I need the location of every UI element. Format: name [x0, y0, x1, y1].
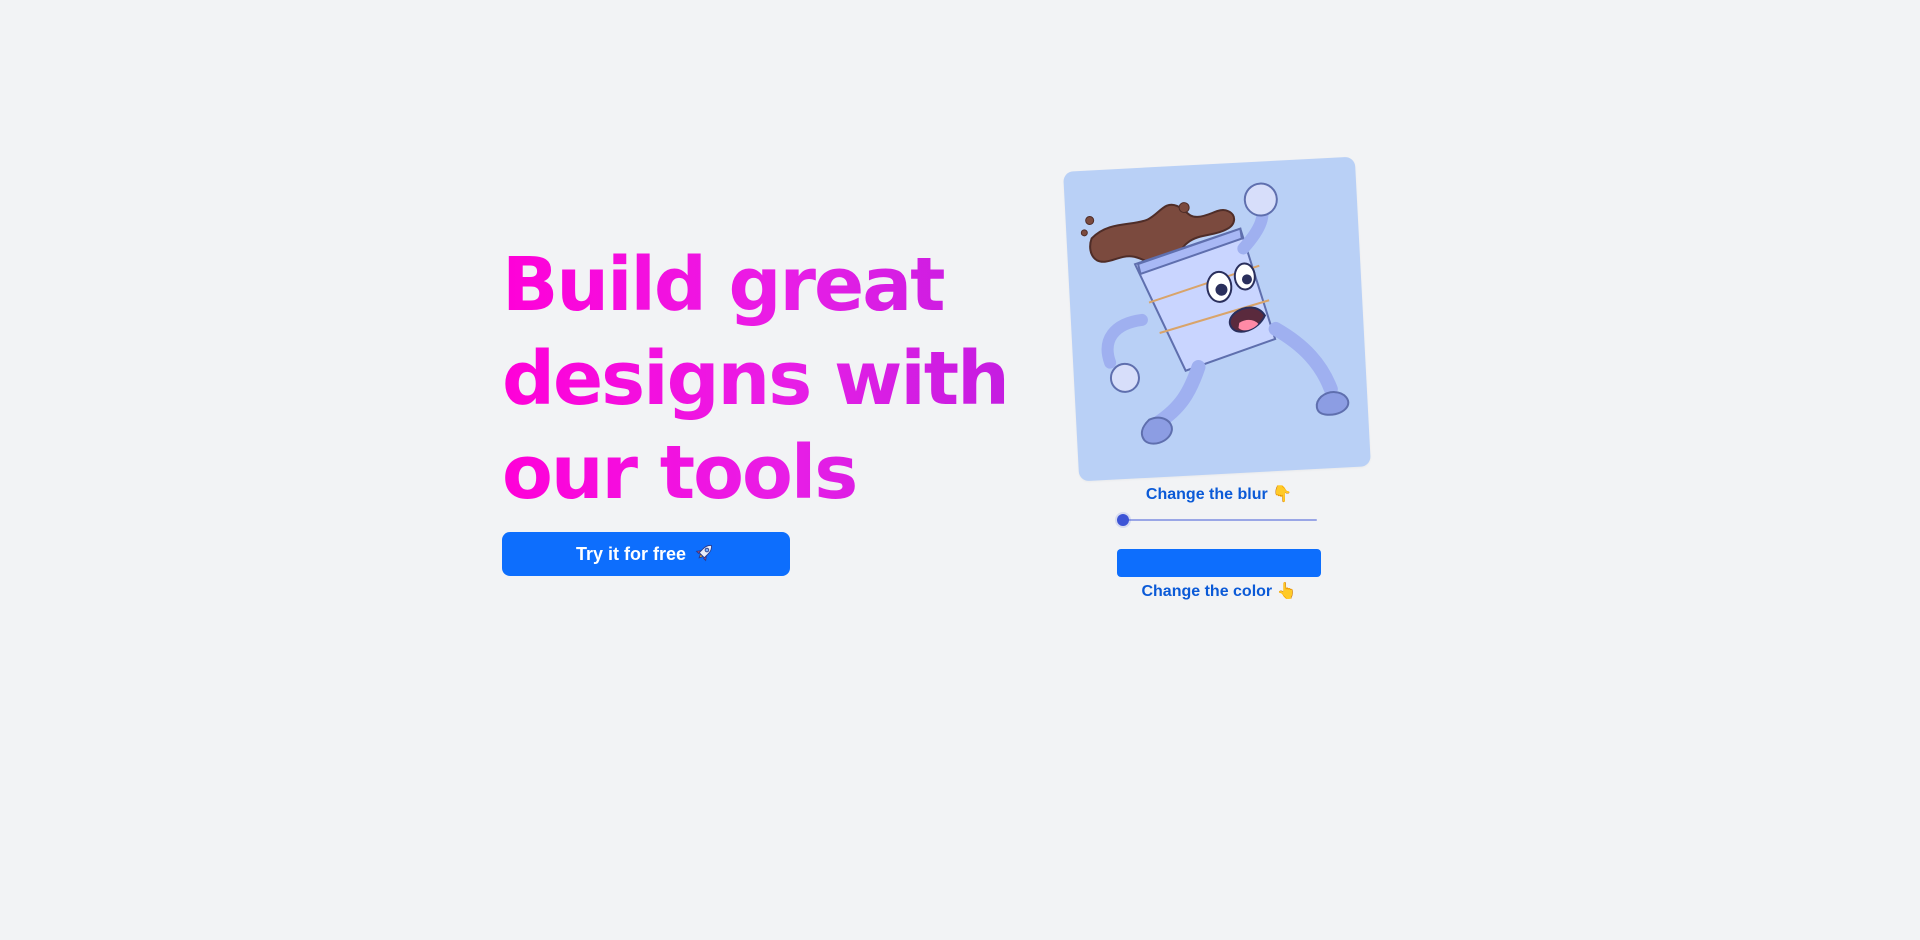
- coffee-cup-character-illustration: [1080, 182, 1350, 445]
- hero-title-line-1: Build great: [502, 242, 944, 328]
- color-picker-button[interactable]: [1117, 549, 1321, 577]
- pointing-hand-down-icon: 👇: [1272, 486, 1293, 503]
- change-color-label: Change the color 👆: [1117, 581, 1321, 603]
- blur-slider-thumb[interactable]: [1117, 514, 1129, 526]
- change-blur-text: Change the blur: [1145, 486, 1268, 503]
- blur-slider-track[interactable]: [1121, 519, 1317, 521]
- tool-controls: Change the blur 👇 Change the color 👆: [1117, 484, 1321, 603]
- pointing-hand-up-icon: 👆: [1276, 583, 1297, 600]
- hero-title-line-2: designs with: [502, 336, 1008, 422]
- change-color-text: Change the color: [1141, 583, 1273, 600]
- landing-page: Build great designs with our tools Try i…: [0, 0, 1920, 940]
- blur-slider[interactable]: [1117, 510, 1321, 530]
- hero-title: Build great designs with our tools: [502, 238, 1022, 520]
- illustration-card: [1063, 156, 1371, 482]
- try-it-for-free-button[interactable]: Try it for free: [502, 532, 790, 576]
- hero-section: Build great designs with our tools Try i…: [502, 238, 1022, 576]
- cta-label: Try it for free: [575, 543, 687, 564]
- hero-title-line-3: our tools: [502, 430, 857, 516]
- change-blur-label: Change the blur 👇: [1117, 484, 1321, 506]
- rocket-icon: [694, 541, 716, 568]
